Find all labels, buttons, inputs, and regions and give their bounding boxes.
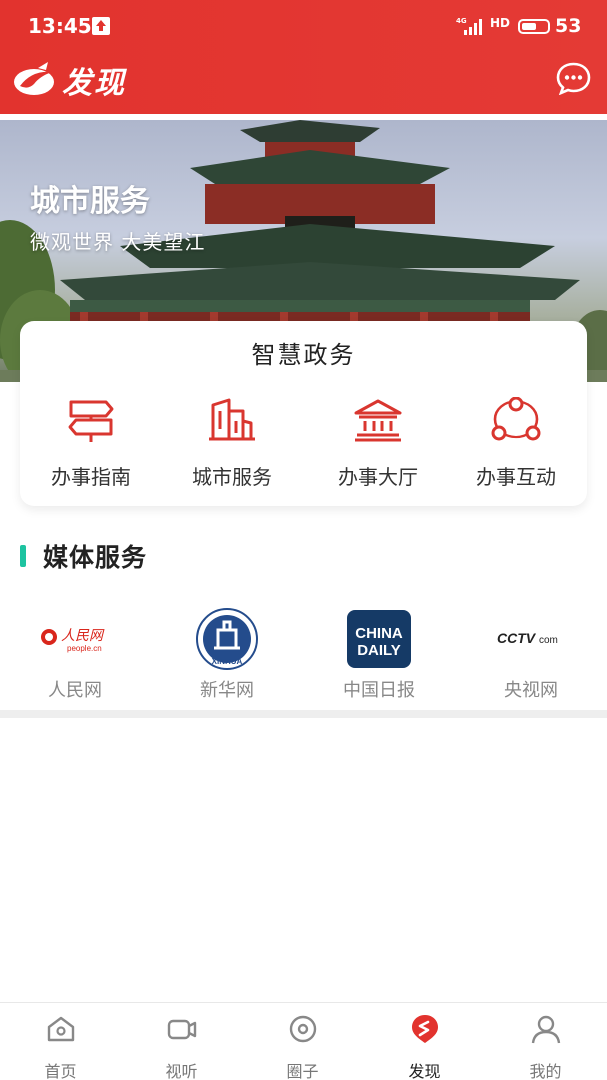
circle-icon	[289, 1015, 316, 1043]
hall-icon	[354, 399, 402, 442]
svg-text:4G: 4G	[456, 17, 467, 25]
chat-bubble-icon[interactable]	[556, 62, 591, 95]
tab-label: 圈子	[286, 1062, 319, 1080]
city-service-button[interactable]: 城市服务	[162, 397, 302, 490]
app-header: 13:45 4G HD 53 发现	[0, 0, 607, 114]
banner-title: 城市服务	[30, 184, 150, 219]
service-interaction-button[interactable]: 办事互动	[446, 396, 586, 490]
media-item-cctv[interactable]: CCTV com 央视网	[456, 608, 606, 702]
status-bar: 13:45 4G HD 53	[0, 0, 607, 52]
smart-gov-card: 智慧政务 办事指南 城市服务 办事大厅 办事互动	[20, 321, 587, 506]
battery-level: 53	[555, 15, 582, 37]
home-icon	[47, 1016, 74, 1042]
service-label: 办事互动	[476, 465, 556, 489]
service-label: 城市服务	[192, 465, 272, 489]
svg-text:CHINA: CHINA	[355, 625, 403, 642]
service-label: 办事指南	[51, 465, 131, 489]
xinhua-logo: XINHUA	[152, 608, 302, 670]
svg-text:com: com	[539, 635, 558, 646]
media-section-title: 媒体服务	[43, 543, 148, 572]
signal-icon: 4G	[456, 17, 482, 35]
cctv-logo: CCTV com	[456, 608, 606, 670]
bottom-tab-bar: 首页 视听 圈子 发现 我的	[0, 1002, 607, 1080]
service-label: 办事大厅	[338, 465, 418, 489]
tab-label: 发现	[408, 1062, 441, 1080]
chinadaily-logo: CHINA DAILY	[304, 608, 454, 670]
tab-mine[interactable]: 我的	[485, 1013, 606, 1080]
svg-text:DAILY: DAILY	[357, 642, 401, 659]
svg-text:人民网: 人民网	[61, 628, 105, 644]
discover-icon	[411, 1015, 438, 1043]
hd-indicator: HD	[490, 16, 511, 30]
media-label: 中国日报	[343, 680, 415, 701]
service-guide-button[interactable]: 办事指南	[21, 397, 161, 490]
people-logo: 人民网 people.cn	[0, 608, 150, 670]
section-accent-bar	[20, 545, 26, 567]
tab-label: 我的	[529, 1062, 562, 1080]
tab-discover[interactable]: 发现	[364, 1013, 485, 1080]
status-time: 13:45	[28, 14, 92, 38]
user-icon	[531, 1015, 560, 1044]
banner-subtitle: 微观世界 大美望江	[30, 230, 206, 254]
media-label: 新华网	[200, 680, 254, 701]
battery-icon	[518, 19, 550, 34]
tab-label: 视听	[165, 1062, 198, 1080]
tab-circle[interactable]: 圈子	[242, 1013, 363, 1080]
svg-text:XINHUA: XINHUA	[212, 657, 243, 666]
media-item-xinhua[interactable]: XINHUA 新华网	[152, 608, 302, 702]
media-label: 人民网	[48, 680, 102, 701]
page-title: 发现	[62, 66, 126, 101]
media-label: 央视网	[504, 680, 558, 701]
media-item-chinadaily[interactable]: CHINA DAILY 中国日报	[304, 608, 454, 702]
service-hall-button[interactable]: 办事大厅	[308, 397, 448, 490]
media-item-people[interactable]: 人民网 people.cn 人民网	[0, 608, 150, 702]
building-icon	[209, 398, 255, 441]
smart-gov-title: 智慧政务	[251, 341, 356, 369]
app-logo-icon	[14, 62, 54, 95]
signpost-icon	[68, 400, 114, 442]
tab-video[interactable]: 视听	[121, 1013, 242, 1080]
tab-label: 首页	[44, 1062, 77, 1080]
video-icon	[167, 1019, 196, 1040]
upload-notification-icon	[92, 17, 110, 35]
svg-text:people.cn: people.cn	[67, 644, 102, 653]
network-icon	[491, 396, 541, 441]
tab-home[interactable]: 首页	[0, 1013, 121, 1080]
svg-text:CCTV: CCTV	[497, 630, 537, 646]
section-divider	[0, 710, 607, 718]
